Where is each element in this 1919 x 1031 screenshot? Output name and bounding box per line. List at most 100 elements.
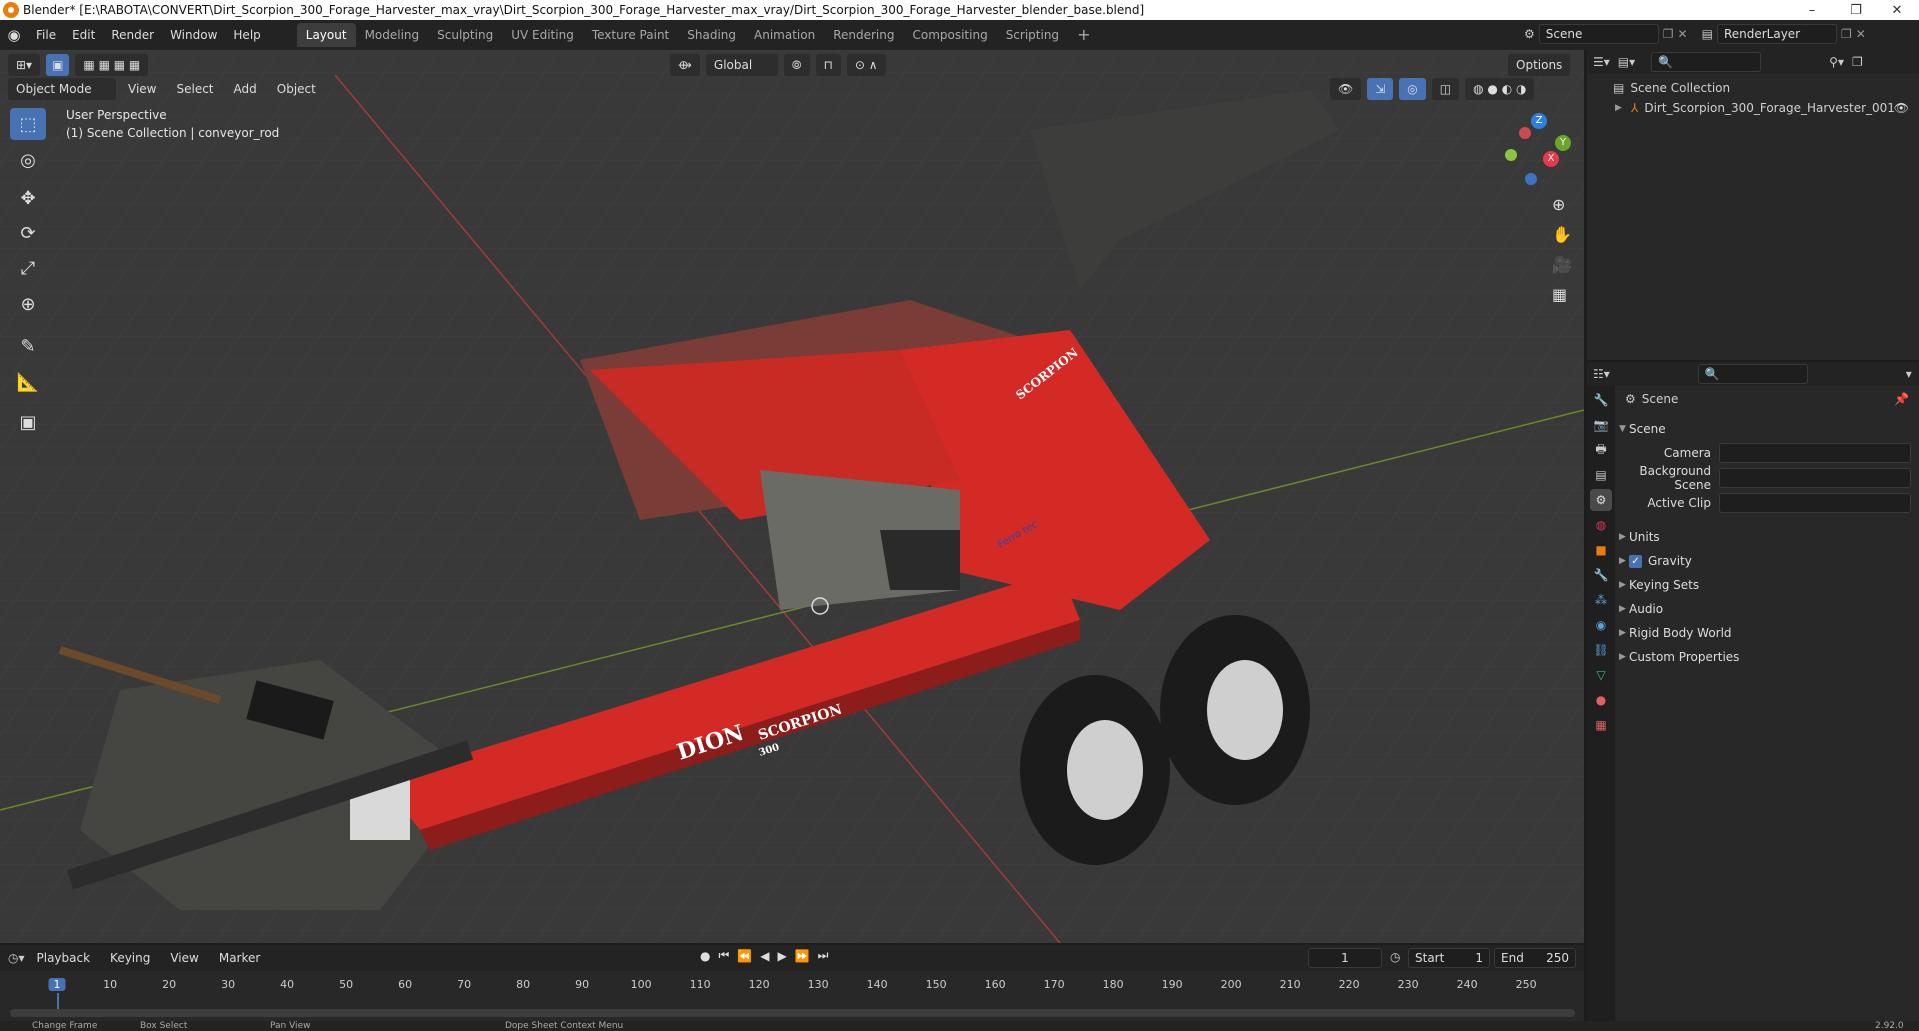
move-tool-icon[interactable]: ✥ [10,182,46,214]
background-scene-field[interactable] [1719,468,1911,488]
keying-sets-section[interactable]: ▶ Keying Sets [1619,574,1911,596]
gizmo-neg-x-icon[interactable] [1519,127,1531,139]
orientation-dropdown[interactable]: Global [705,54,778,76]
menu-render[interactable]: Render [103,24,162,46]
filter-icon[interactable]: ⚲▾ [1829,55,1844,69]
scene-section-header[interactable]: ▼ Scene [1619,418,1911,440]
transform-tool-icon[interactable]: ⊕ [10,288,46,320]
constraints-tab-icon[interactable]: ⛓ [1590,639,1612,661]
outliner-root-row[interactable]: ▤ Scene Collection [1587,78,1919,98]
scene-icon[interactable]: ⚙ [1524,27,1535,41]
xray-icon[interactable]: ◫ [1431,78,1460,100]
menu-help[interactable]: Help [225,24,268,46]
data-tab-icon[interactable]: ▽ [1590,664,1612,686]
world-tab-icon[interactable]: ◍ [1590,514,1612,536]
proportional-icon[interactable]: ⊙ ∧ [846,54,886,76]
remove-layer-icon[interactable]: ✕ [1856,27,1866,41]
navigation-gizmo[interactable]: Z Y X [1495,113,1575,193]
zoom-icon[interactable]: ⊕ [1552,195,1565,214]
rotate-tool-icon[interactable]: ⟳ [10,217,46,249]
pin-icon[interactable]: 📌 [1894,392,1909,406]
viewport-menu-add[interactable]: Add [226,78,265,100]
gravity-section[interactable]: ▶ ✓ Gravity [1619,550,1911,572]
ortho-grid-icon[interactable]: ▦ [1552,285,1567,304]
select-tool-icon[interactable]: ▣ [46,54,70,76]
tab-texture-paint[interactable]: Texture Paint [583,23,678,47]
viewport-menu-view[interactable]: View [120,78,164,100]
overlay-toggle-icon[interactable]: ◎ [1399,78,1426,100]
copy-scene-icon[interactable]: ❐ [1663,27,1674,41]
camera-field[interactable] [1719,443,1911,463]
pivot-icon[interactable]: ⦾ [783,54,810,76]
gravity-checkbox[interactable]: ✓ [1629,554,1642,568]
mode-dropdown[interactable]: Object Mode [8,78,116,100]
scale-tool-icon[interactable]: ⤢ [10,252,46,284]
gizmo-z-icon[interactable]: Z [1531,113,1547,129]
copy-layer-icon[interactable]: ❐ [1841,27,1852,41]
gizmo-y-icon[interactable]: Y [1555,135,1571,151]
scene-selector[interactable]: Scene [1538,24,1659,44]
render-tab-icon[interactable]: 📷 [1590,414,1612,436]
select-box-tool-icon[interactable]: ⬚ [10,108,46,140]
editor-type-icon[interactable]: ⊞▾ [8,54,41,76]
snap-icon[interactable]: ⊓ [815,54,841,76]
properties-editor-icon[interactable]: ☷▾ [1593,367,1610,381]
gizmo-toggle-icon[interactable]: ⇲ [1367,78,1394,100]
annotate-tool-icon[interactable]: ✎ [10,330,46,362]
tab-scripting[interactable]: Scripting [997,23,1068,47]
tab-layout[interactable]: Layout [296,23,356,47]
tab-compositing[interactable]: Compositing [903,23,996,47]
viewport-menu-object[interactable]: Object [269,78,324,100]
gizmo-neg-z-icon[interactable] [1525,173,1537,185]
renderlayer-selector[interactable]: RenderLayer [1716,24,1837,44]
texture-tab-icon[interactable]: ▦ [1590,714,1612,736]
expand-icon[interactable]: ▶ [1615,103,1625,113]
tab-animation[interactable]: Animation [745,23,824,47]
visibility-eye-icon[interactable]: 👁 [1894,101,1909,115]
material-tab-icon[interactable]: ● [1590,689,1612,711]
timeline-ruler[interactable]: 1 10 20 30 40 50 60 70 80 90 100 110 120 130 140 150 160… [0,945,1584,1031]
minimize-button[interactable]: – [1790,0,1834,20]
scene-tab-icon[interactable]: ⚙ [1590,489,1612,511]
remove-scene-icon[interactable]: ✕ [1678,27,1688,41]
particles-tab-icon[interactable]: ⁂ [1590,589,1612,611]
active-clip-field[interactable] [1719,493,1911,513]
timeline-scrollbar[interactable] [10,1009,1575,1017]
3d-viewport[interactable]: DION SCORPION 300 SCORPION Ferro tec ⊞▾ … [0,50,1584,943]
viewport-menu-select[interactable]: Select [168,78,221,100]
pan-hand-icon[interactable]: ✋ [1552,225,1572,244]
menu-edit[interactable]: Edit [64,24,103,46]
playhead-line[interactable] [57,993,59,1009]
audio-section[interactable]: ▶ Audio [1619,598,1911,620]
display-mode-icon[interactable]: ▤▾ [1618,55,1635,69]
gizmo-neg-y-icon[interactable] [1505,149,1517,161]
maximize-button[interactable]: ❐ [1834,0,1878,20]
tab-sculpting[interactable]: Sculpting [428,23,502,47]
physics-tab-icon[interactable]: ◉ [1590,614,1612,636]
add-cube-tool-icon[interactable]: ▣ [10,406,46,438]
tab-uv-editing[interactable]: UV Editing [502,23,583,47]
cursor-tool-icon[interactable]: ◎ [10,144,46,176]
tool-tab-icon[interactable]: 🔧 [1590,389,1612,411]
new-collection-icon[interactable]: ❐ [1852,55,1863,69]
menu-window[interactable]: Window [162,24,225,46]
tab-rendering[interactable]: Rendering [824,23,903,47]
gizmo-x-icon[interactable]: X [1543,151,1559,167]
options-button[interactable]: Options [1508,54,1571,76]
outliner-search-input[interactable]: 🔍 [1651,52,1762,72]
modifier-tab-icon[interactable]: 🔧 [1590,564,1612,586]
shading-modes-icon[interactable]: ◍ ● ◐ ◑ [1465,78,1535,100]
close-window-button[interactable]: ✕ [1875,0,1919,20]
rigid-body-world-section[interactable]: ▶ Rigid Body World [1619,622,1911,644]
blender-menu-icon[interactable]: ◉ [0,26,28,44]
visibility-icon[interactable]: 👁 [1330,78,1362,100]
measure-tool-icon[interactable]: 📐 [10,366,46,398]
outliner-item-row[interactable]: ▶ ⅄ Dirt_Scorpion_300_Forage_Harvester_0… [1587,98,1919,118]
view-layer-tab-icon[interactable]: ▤ [1590,464,1612,486]
outliner-editor-icon[interactable]: ☰▾ [1593,55,1610,69]
properties-search-input[interactable]: 🔍 [1697,364,1808,384]
tab-modeling[interactable]: Modeling [356,23,429,47]
tab-shading[interactable]: Shading [678,23,745,47]
camera-view-icon[interactable]: 🎥 [1552,255,1572,274]
select-mode-icons[interactable]: ▦ ▦ ▦ ▦ [75,54,149,76]
